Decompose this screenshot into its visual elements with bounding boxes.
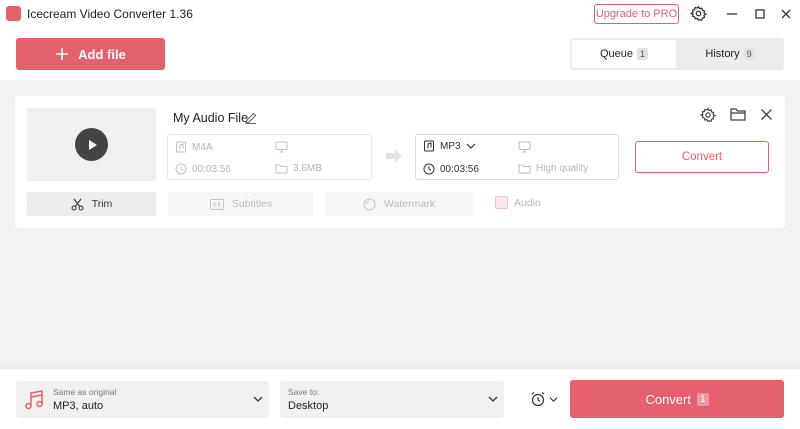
source-duration: 00:03:56 (175, 163, 231, 175)
schedule-timer-button[interactable] (530, 389, 562, 409)
window-close-icon[interactable] (776, 4, 796, 24)
remove-file-close-icon[interactable] (760, 108, 773, 121)
target-duration: 00:03:56 (423, 163, 479, 175)
subtitles-button: Subtitles (168, 192, 314, 216)
tab-history[interactable]: History 9 (678, 40, 782, 68)
tab-queue[interactable]: Queue 1 (572, 40, 676, 68)
convert-all-label: Convert (645, 391, 691, 407)
music-file-icon (424, 140, 434, 152)
monitor-icon (275, 141, 288, 153)
source-format: M4A (175, 141, 213, 153)
minimize-icon[interactable] (722, 4, 742, 24)
app-logo-icon (6, 6, 21, 21)
upgrade-button[interactable]: Upgrade to PRO (594, 4, 679, 24)
window-title: Icecream Video Converter 1.36 (27, 7, 193, 21)
play-button[interactable] (75, 128, 108, 161)
tab-queue-label: Queue (599, 48, 633, 60)
plus-icon (56, 48, 69, 60)
file-settings-gear-icon[interactable] (700, 107, 716, 123)
music-file-icon (176, 141, 186, 153)
chevron-down-icon (253, 395, 263, 403)
add-file-button[interactable]: Add file (16, 38, 165, 70)
app-settings-gear-icon[interactable] (690, 5, 707, 22)
audio-checkbox: Audio (495, 196, 541, 209)
trim-button[interactable]: Trim (27, 192, 156, 216)
convert-all-button[interactable]: Convert 1 (570, 380, 784, 418)
music-note-icon (23, 389, 45, 411)
audio-checkbox-box (495, 196, 508, 209)
watermark-drop-icon (363, 198, 376, 210)
chevron-down-icon (488, 395, 498, 403)
chevron-down-icon (549, 396, 558, 402)
add-file-label: Add file (78, 46, 126, 62)
target-resolution (518, 141, 531, 153)
format-caption: Same as original (53, 387, 117, 397)
alarm-clock-icon (531, 392, 545, 407)
folder-small-icon (518, 164, 531, 174)
save-to-caption: Save to: (288, 387, 320, 397)
folder-small-icon (275, 164, 288, 174)
target-format-dropdown[interactable]: MP3 (423, 140, 476, 152)
play-icon (88, 139, 97, 150)
tab-history-label: History (705, 48, 740, 60)
queue-count-badge: 1 (637, 48, 649, 60)
scissors-icon (71, 198, 84, 211)
maximize-icon[interactable] (750, 4, 770, 24)
chevron-down-icon (466, 143, 475, 149)
open-folder-icon[interactable] (730, 107, 747, 122)
conversion-arrow-icon (385, 148, 403, 164)
history-count-badge: 9 (743, 48, 755, 60)
file-convert-button[interactable]: Convert (635, 141, 769, 173)
convert-count-badge: 1 (696, 392, 709, 406)
cc-icon (209, 198, 224, 210)
clock-icon (175, 163, 187, 175)
source-resolution (275, 141, 288, 153)
save-to-value: Desktop (288, 400, 329, 412)
edit-name-pencil-icon[interactable] (244, 111, 258, 125)
target-quality: High quality (518, 163, 588, 174)
monitor-icon (518, 141, 531, 153)
clock-icon (423, 163, 435, 175)
format-value: MP3, auto (53, 400, 104, 412)
file-name: My Audio File (173, 111, 249, 125)
source-size: 3.6MB (275, 163, 322, 174)
watermark-button: Watermark (325, 192, 473, 216)
